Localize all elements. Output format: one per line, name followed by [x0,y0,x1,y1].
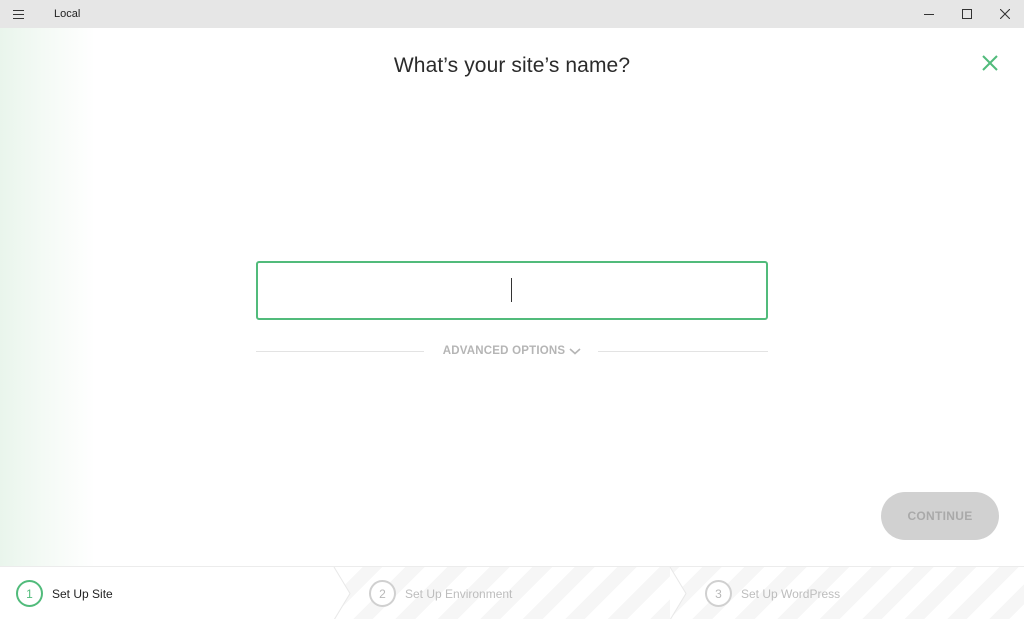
text-caret [511,278,512,302]
window-controls [910,0,1024,28]
site-name-input[interactable] [256,261,768,320]
close-icon [982,55,998,71]
left-decorative-strip [0,28,95,566]
hamburger-menu-button[interactable] [0,0,36,28]
step-label: Set Up Site [52,586,113,601]
step-number: 1 [16,580,43,607]
continue-button[interactable]: CONTINUE [881,492,999,540]
step-separator-chevron [669,567,687,619]
close-icon [1000,9,1010,19]
step-separator-chevron [333,567,351,619]
dismiss-button[interactable] [979,52,1001,74]
hamburger-icon [12,9,24,19]
step-set-up-environment: 2 Set Up Environment [369,567,512,619]
step-number: 2 [369,580,396,607]
page-title: What’s your site’s name? [393,54,631,77]
step-number: 3 [705,580,732,607]
steps-bar: 1 Set Up Site 2 Set Up Environment 3 Set… [0,566,1024,619]
title-bar: Local [0,0,1024,28]
advanced-options-label: ADVANCED OPTIONS [442,345,566,357]
minimize-icon [924,14,934,15]
divider-left [256,351,424,352]
maximize-button[interactable] [948,0,986,28]
step-set-up-wordpress: 3 Set Up WordPress [705,567,840,619]
divider-right [598,351,768,352]
step-label: Set Up Environment [405,586,513,601]
window-close-button[interactable] [986,0,1024,28]
step-label: Set Up WordPress [741,586,841,601]
window-title: Local [54,8,81,20]
chevron-down-icon [569,347,581,355]
step-set-up-site: 1 Set Up Site [16,567,113,619]
minimize-button[interactable] [910,0,948,28]
advanced-options-toggle[interactable]: ADVANCED OPTIONS [430,343,594,359]
maximize-icon [962,9,972,19]
